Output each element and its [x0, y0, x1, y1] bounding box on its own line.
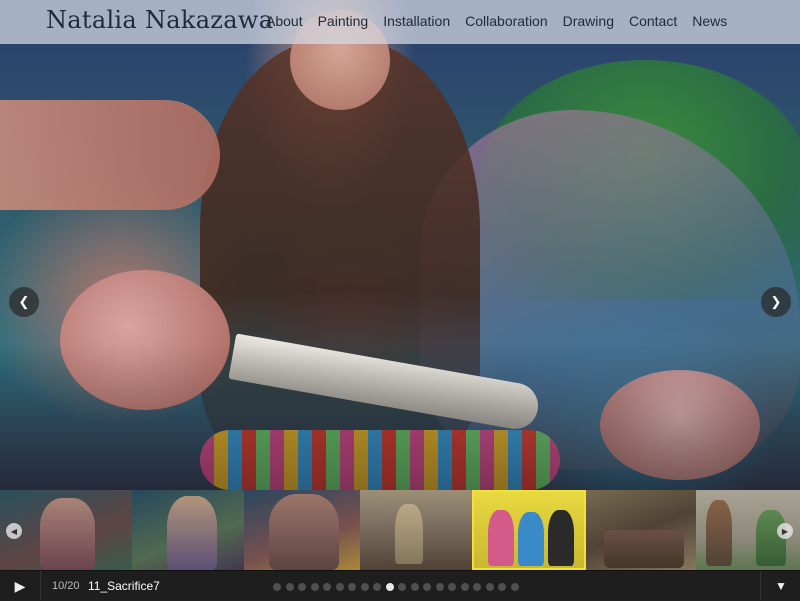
thumb-figure [488, 510, 514, 566]
caret-down-icon: ▼ [775, 579, 787, 593]
thumb-4[interactable] [360, 490, 472, 570]
chevron-left-icon: ❮ [18, 294, 30, 309]
thumb-figure [548, 510, 574, 566]
slide-caption: 11_Sacrifice7 [88, 579, 160, 593]
slide-dot[interactable] [385, 583, 394, 591]
thumb-3[interactable] [244, 490, 360, 570]
slide-dot[interactable] [410, 583, 419, 591]
nav-painting[interactable]: Painting [318, 13, 369, 29]
thumbnail-strip: ◀ ▶ [0, 490, 800, 570]
nav-collaboration[interactable]: Collaboration [465, 13, 548, 29]
slide-dot[interactable] [435, 583, 444, 591]
prev-slide-button[interactable]: ❮ [9, 287, 39, 317]
thumb-figure [395, 504, 423, 564]
slideshow-controls: ▶ 10/20 11_Sacrifice7 ▼ [0, 570, 800, 601]
slide-dot[interactable] [498, 583, 506, 591]
play-icon: ▶ [14, 577, 26, 594]
play-button[interactable]: ▶ [0, 571, 41, 601]
thumb-figure [167, 496, 217, 570]
thumb-figure [706, 500, 732, 566]
site-header: Natalia Nakazawa About Painting Installa… [0, 0, 800, 44]
main-nav: About Painting Installation Collaboratio… [266, 13, 742, 29]
slide-dot[interactable] [310, 583, 319, 591]
slide-dot[interactable] [348, 583, 356, 591]
slide-dot[interactable] [285, 583, 294, 591]
site-title[interactable]: Natalia Nakazawa [46, 6, 273, 34]
thumbs-prev-button[interactable]: ◀ [6, 523, 22, 539]
nav-news[interactable]: News [692, 13, 727, 29]
slide-dot[interactable] [298, 583, 306, 591]
nav-installation[interactable]: Installation [383, 13, 450, 29]
thumbs-next-button[interactable]: ▶ [777, 523, 793, 539]
expand-button[interactable]: ▼ [760, 571, 800, 601]
thumb-figure [604, 530, 684, 568]
slide-dot[interactable] [360, 583, 369, 591]
thumb-figure [40, 498, 95, 570]
hero-shade [0, 0, 800, 490]
slide-dot[interactable] [485, 583, 494, 591]
next-slide-button[interactable]: ❯ [761, 287, 791, 317]
slide-dot[interactable] [473, 583, 481, 591]
slide-dot[interactable] [423, 583, 431, 591]
chevron-right-icon: ❯ [770, 294, 782, 309]
slide-dot[interactable] [335, 583, 344, 591]
slide-dot[interactable] [510, 583, 519, 591]
chevron-right-icon: ▶ [781, 526, 789, 536]
thumb-figure [269, 494, 339, 570]
chevron-left-icon: ◀ [10, 526, 18, 536]
nav-drawing[interactable]: Drawing [563, 13, 614, 29]
hero-image [0, 0, 800, 490]
thumb-5[interactable] [472, 490, 586, 570]
thumb-6[interactable] [586, 490, 696, 570]
slide-dots [273, 583, 519, 591]
slide-dot[interactable] [323, 583, 331, 591]
slide-dot[interactable] [398, 583, 406, 591]
nav-contact[interactable]: Contact [629, 13, 677, 29]
nav-about[interactable]: About [266, 13, 303, 29]
slide-dot[interactable] [273, 583, 281, 591]
slide-dot[interactable] [460, 583, 469, 591]
thumb-figure [518, 512, 544, 566]
thumb-2[interactable] [132, 490, 244, 570]
slide-dot[interactable] [448, 583, 456, 591]
slide-counter: 10/20 [52, 580, 80, 592]
slide-dot[interactable] [373, 583, 381, 591]
